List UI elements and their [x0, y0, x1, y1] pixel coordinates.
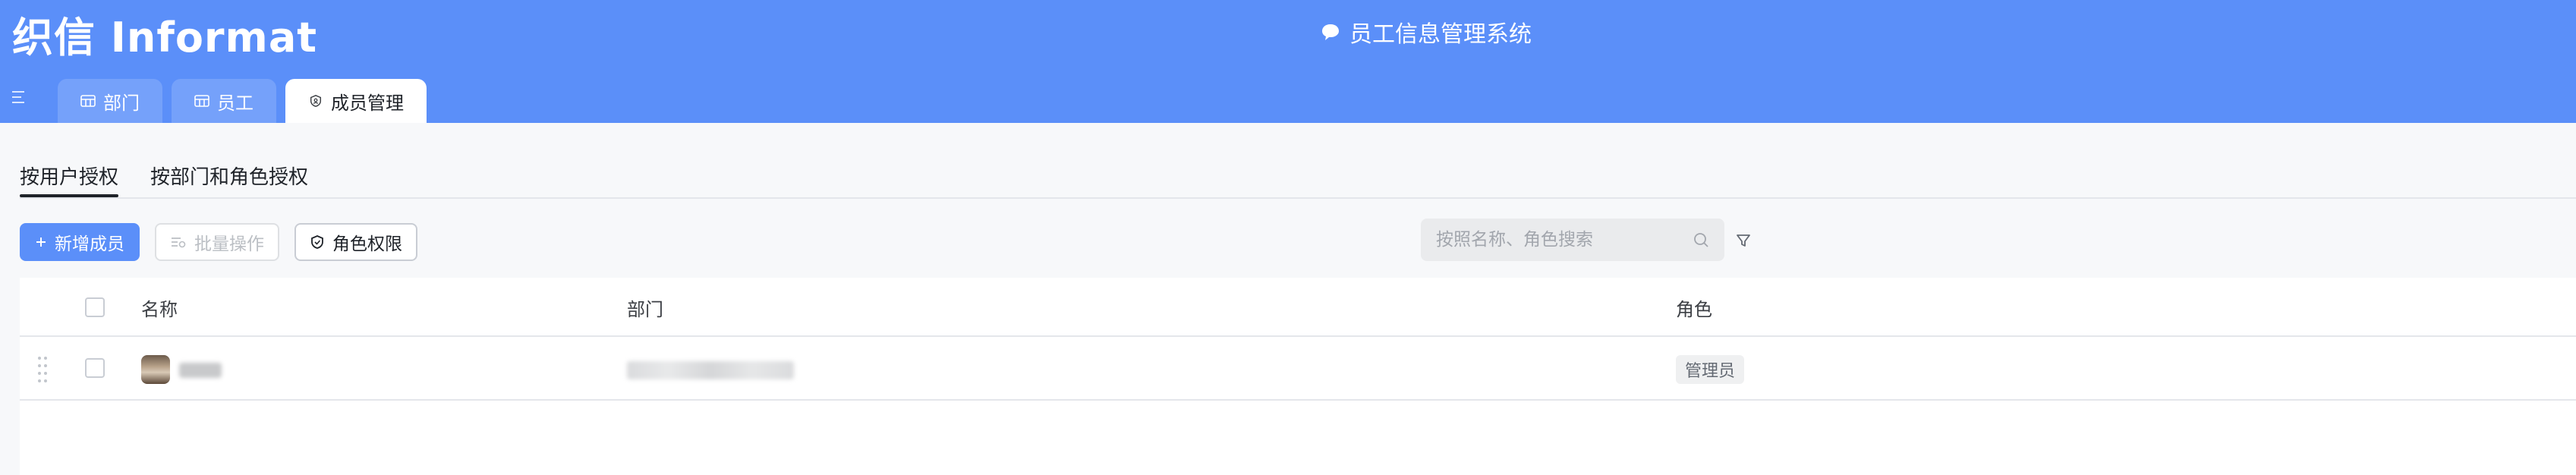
menu-icon[interactable] — [12, 90, 29, 105]
table-header: 名称 部门 角色 — [20, 278, 2576, 337]
add-member-button[interactable]: 新增成员 — [20, 223, 140, 261]
app-title-text: 员工信息管理系统 — [1349, 21, 1532, 48]
subtab-by-user[interactable]: 按用户授权 — [20, 153, 119, 197]
member-name-redacted — [179, 363, 222, 378]
top-bar: 织信 Informat 员工信息管理系统 部门 员工 成员管理 — [0, 0, 2576, 123]
app-tabs: 部门 员工 成员管理 — [58, 79, 427, 123]
divider — [20, 197, 2576, 199]
member-table: 名称 部门 角色 管理员 — [20, 278, 2576, 475]
tab-label: 部门 — [103, 92, 140, 114]
filter-icon[interactable] — [1735, 232, 1752, 249]
search-input[interactable] — [1436, 230, 1693, 250]
speech-bubble-icon — [1322, 24, 1339, 40]
main-content: 按用户授权 按部门和角色授权 新增成员 批量操作 角色权限 名称 部门 角色 — [0, 123, 2576, 475]
search-icon[interactable] — [1693, 231, 1709, 248]
logo: 织信 Informat — [12, 13, 318, 61]
tab-label: 员工 — [217, 92, 254, 114]
sub-tabs: 按用户授权 按部门和角色授权 — [20, 153, 308, 199]
batch-list-icon — [172, 238, 186, 248]
add-member-label: 新增成员 — [55, 234, 124, 254]
tab-department[interactable]: 部门 — [58, 79, 162, 123]
subtab-by-department-role[interactable]: 按部门和角色授权 — [150, 153, 308, 197]
app-title: 员工信息管理系统 — [1321, 14, 1532, 50]
plus-icon — [36, 238, 46, 247]
column-header-role[interactable]: 角色 — [1676, 278, 1712, 337]
batch-operation-label: 批量操作 — [194, 234, 264, 254]
table-row[interactable]: 管理员 — [20, 338, 2576, 401]
search-box — [1421, 219, 1724, 261]
avatar — [141, 355, 170, 384]
role-tag: 管理员 — [1676, 355, 1745, 384]
shield-icon — [311, 235, 323, 249]
batch-operation-button[interactable]: 批量操作 — [155, 223, 279, 261]
role-permissions-button[interactable]: 角色权限 — [294, 223, 417, 261]
table-icon — [80, 95, 96, 107]
toolbar: 新增成员 批量操作 角色权限 — [20, 223, 417, 261]
row-checkbox[interactable] — [85, 358, 105, 378]
shield-icon — [310, 95, 322, 107]
column-header-department[interactable]: 部门 — [627, 278, 663, 337]
tab-member-management[interactable]: 成员管理 — [285, 79, 427, 123]
drag-handle-icon[interactable] — [38, 357, 49, 382]
department-redacted — [627, 361, 794, 379]
table-icon — [194, 95, 209, 107]
column-header-name[interactable]: 名称 — [141, 278, 178, 337]
tab-employee[interactable]: 员工 — [172, 79, 276, 123]
role-permissions-label: 角色权限 — [332, 234, 402, 254]
select-all-checkbox[interactable] — [85, 297, 105, 317]
tab-label: 成员管理 — [331, 92, 404, 114]
